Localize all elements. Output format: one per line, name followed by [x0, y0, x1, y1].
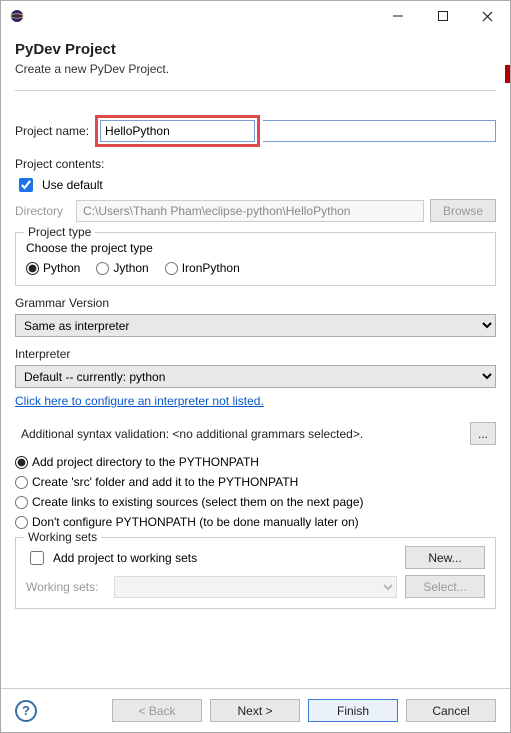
- contents-title: Project contents:: [15, 157, 496, 171]
- add-working-sets-label: Add project to working sets: [53, 551, 197, 565]
- finish-button[interactable]: Finish: [308, 699, 398, 722]
- pp-opt3-input[interactable]: [15, 496, 28, 509]
- grammar-select[interactable]: Same as interpreter: [15, 314, 496, 337]
- add-working-sets-checkbox[interactable]: [30, 551, 44, 565]
- pp-opt1-input[interactable]: [15, 456, 28, 469]
- interpreter-select[interactable]: Default -- currently: python: [15, 365, 496, 388]
- wizard-title: PyDev Project: [15, 41, 496, 58]
- radio-ironpython[interactable]: IronPython: [165, 261, 240, 275]
- pp-opt2[interactable]: Create 'src' folder and add it to the PY…: [15, 475, 496, 489]
- radio-python[interactable]: Python: [26, 261, 80, 275]
- working-sets-new-button[interactable]: New...: [405, 546, 485, 569]
- use-default-row: Use default: [15, 175, 496, 195]
- working-sets-row: Working sets: Select...: [26, 575, 485, 598]
- project-name-label: Project name:: [15, 124, 89, 138]
- maximize-button[interactable]: [420, 1, 465, 31]
- wizard-content: Project name: Project contents: Use defa…: [1, 105, 510, 688]
- project-type-group: Project type Choose the project type Pyt…: [15, 232, 496, 286]
- next-button[interactable]: Next >: [210, 699, 300, 722]
- header-divider: [15, 90, 496, 91]
- back-button: < Back: [112, 699, 202, 722]
- syntax-more-button[interactable]: ...: [470, 422, 496, 445]
- project-name-input[interactable]: [100, 120, 255, 142]
- eclipse-icon: [9, 8, 25, 24]
- pythonpath-options: Add project directory to the PYTHONPATH …: [15, 455, 496, 529]
- pp-opt1[interactable]: Add project directory to the PYTHONPATH: [15, 455, 496, 469]
- grammar-title: Grammar Version: [15, 296, 496, 310]
- radio-python-input[interactable]: [26, 262, 39, 275]
- working-sets-select-button: Select...: [405, 575, 485, 598]
- radio-ironpython-input[interactable]: [165, 262, 178, 275]
- browse-button: Browse: [430, 199, 496, 222]
- project-type-choose: Choose the project type: [26, 241, 485, 255]
- close-button[interactable]: [465, 1, 510, 31]
- header-accent: [505, 65, 510, 83]
- interpreter-title: Interpreter: [15, 347, 496, 361]
- wizard-header: PyDev Project Create a new PyDev Project…: [1, 31, 510, 105]
- project-name-highlight: [95, 115, 260, 147]
- pp-opt3[interactable]: Create links to existing sources (select…: [15, 495, 496, 509]
- dialog-window: PyDev Project Create a new PyDev Project…: [0, 0, 511, 733]
- working-sets-select: [114, 576, 397, 598]
- help-icon[interactable]: ?: [15, 700, 37, 722]
- wizard-subtitle: Create a new PyDev Project.: [15, 62, 496, 76]
- working-sets-legend: Working sets: [24, 530, 101, 544]
- configure-interpreter-link[interactable]: Click here to configure an interpreter n…: [15, 394, 264, 408]
- project-name-input-ext[interactable]: [263, 120, 496, 142]
- use-default-checkbox[interactable]: [19, 178, 33, 192]
- directory-input: [76, 200, 424, 222]
- project-type-legend: Project type: [24, 225, 95, 239]
- titlebar: [1, 1, 510, 31]
- directory-row: Directory Browse: [15, 199, 496, 222]
- pp-opt2-input[interactable]: [15, 476, 28, 489]
- working-sets-label: Working sets:: [26, 580, 106, 594]
- syntax-label: Additional syntax validation: <no additi…: [15, 427, 462, 441]
- radio-jython-input[interactable]: [96, 262, 109, 275]
- directory-label: Directory: [15, 204, 70, 218]
- pp-opt4[interactable]: Don't configure PYTHONPATH (to be done m…: [15, 515, 496, 529]
- project-type-radios: Python Jython IronPython: [26, 261, 485, 275]
- minimize-button[interactable]: [375, 1, 420, 31]
- cancel-button[interactable]: Cancel: [406, 699, 496, 722]
- pp-opt4-input[interactable]: [15, 516, 28, 529]
- wizard-footer: ? < Back Next > Finish Cancel: [1, 688, 510, 732]
- project-name-row: Project name:: [15, 115, 496, 147]
- working-sets-group: Working sets Add project to working sets…: [15, 537, 496, 609]
- radio-jython[interactable]: Jython: [96, 261, 148, 275]
- syntax-row: Additional syntax validation: <no additi…: [15, 422, 496, 445]
- use-default-label: Use default: [42, 178, 103, 192]
